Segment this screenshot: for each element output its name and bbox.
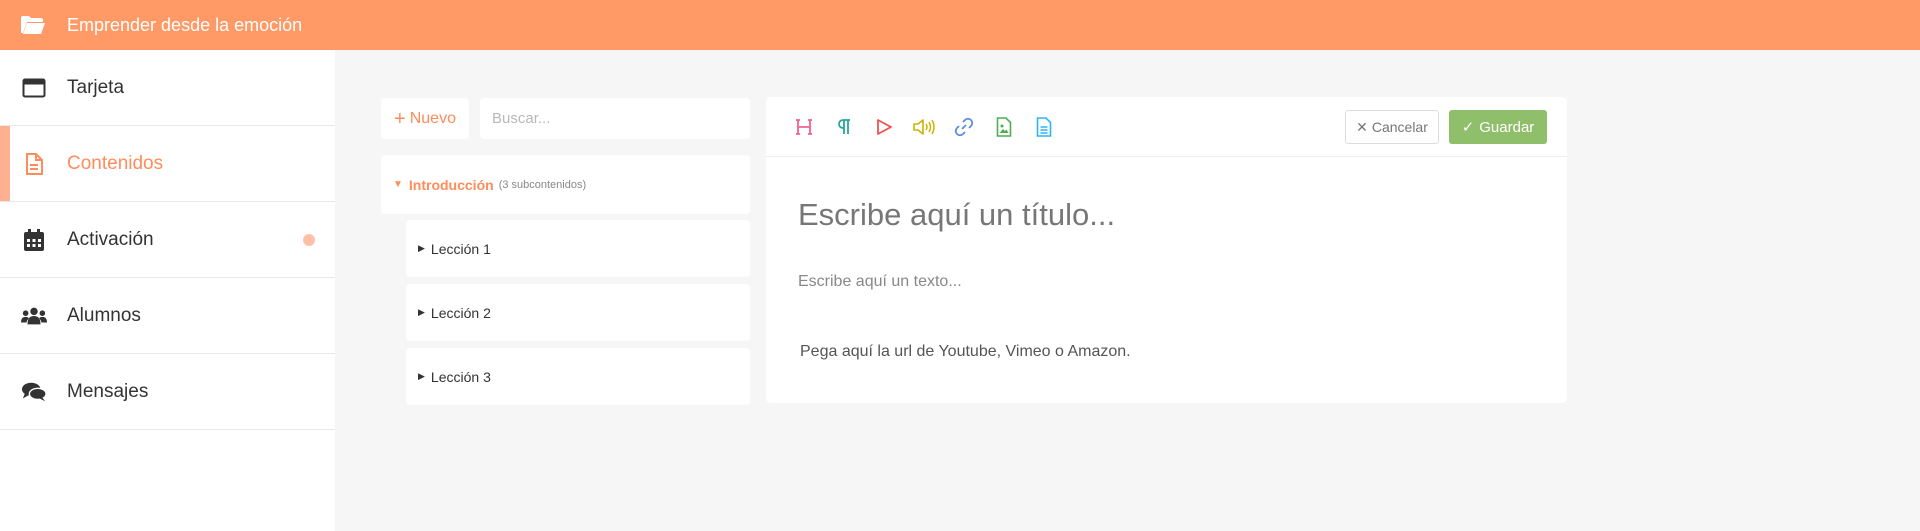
lesson-item[interactable]: ▶ Lección 2 bbox=[406, 284, 750, 341]
title-input[interactable] bbox=[798, 195, 1538, 235]
sidebar-item-label: Tarjeta bbox=[67, 76, 125, 98]
course-title: Emprender desde la emoción bbox=[67, 14, 303, 35]
new-content-button[interactable]: + Nuevo bbox=[381, 98, 469, 139]
chat-icon bbox=[21, 380, 47, 404]
subcontent-count: (3 subcontenidos) bbox=[498, 178, 587, 191]
lesson-label: Lección 2 bbox=[430, 304, 491, 321]
users-icon bbox=[21, 304, 47, 328]
save-button[interactable]: ✓ Guardar bbox=[1449, 110, 1547, 144]
top-bar: Emprender desde la emoción bbox=[0, 0, 1920, 50]
cancel-button[interactable]: ✕ Cancelar bbox=[1345, 110, 1439, 144]
sidebar-item-contenidos[interactable]: Contenidos bbox=[0, 126, 335, 202]
play-icon[interactable] bbox=[872, 115, 896, 139]
audio-icon[interactable] bbox=[912, 115, 936, 139]
search-input[interactable] bbox=[480, 98, 750, 139]
link-icon[interactable] bbox=[952, 115, 976, 139]
sidebar-item-activacion[interactable]: Activación bbox=[0, 202, 335, 278]
caret-down-icon: ▼ bbox=[393, 179, 403, 190]
image-file-icon[interactable] bbox=[992, 115, 1016, 139]
sidebar-item-mensajes[interactable]: Mensajes bbox=[0, 354, 335, 430]
sidebar-item-label: Alumnos bbox=[67, 304, 141, 326]
lesson-label: Lección 1 bbox=[430, 240, 491, 257]
content-tree-root[interactable]: ▼ Introducción (3 subcontenidos) bbox=[381, 155, 750, 214]
sidebar-item-alumnos[interactable]: Alumnos bbox=[0, 278, 335, 354]
notification-dot bbox=[303, 233, 315, 246]
editor-toolbar: ✕ Cancelar ✓ Guardar bbox=[766, 97, 1567, 157]
caret-right-icon: ▶ bbox=[418, 243, 425, 253]
caret-right-icon: ▶ bbox=[418, 307, 425, 317]
cancel-label: Cancelar bbox=[1371, 119, 1428, 135]
text-file-icon[interactable] bbox=[1032, 115, 1056, 139]
paragraph-icon[interactable] bbox=[832, 115, 856, 139]
save-label: Guardar bbox=[1479, 118, 1535, 136]
close-icon: ✕ bbox=[1356, 118, 1368, 135]
content-root-name: Introducción bbox=[408, 176, 494, 193]
caret-right-icon: ▶ bbox=[418, 371, 425, 381]
plus-icon: + bbox=[394, 107, 406, 130]
lesson-item[interactable]: ▶ Lección 1 bbox=[406, 220, 750, 277]
heading-icon[interactable] bbox=[792, 115, 816, 139]
lesson-item[interactable]: ▶ Lección 3 bbox=[406, 348, 750, 405]
text-input[interactable] bbox=[798, 270, 1538, 294]
sidebar-item-label: Activación bbox=[67, 228, 154, 250]
sidebar-item-label: Contenidos bbox=[67, 152, 164, 174]
content-editor: ✕ Cancelar ✓ Guardar bbox=[766, 97, 1567, 403]
folder-open-icon bbox=[20, 15, 46, 35]
window-icon bbox=[21, 76, 47, 100]
video-url-input[interactable] bbox=[800, 340, 1540, 364]
calendar-icon bbox=[21, 228, 47, 252]
new-content-label: Nuevo bbox=[409, 109, 456, 127]
lesson-label: Lección 3 bbox=[430, 368, 491, 385]
document-icon bbox=[21, 152, 47, 176]
sidebar-item-label: Mensajes bbox=[67, 380, 149, 402]
sidebar: Tarjeta Contenidos Activación Alumnos Me… bbox=[0, 50, 335, 531]
sidebar-item-tarjeta[interactable]: Tarjeta bbox=[0, 50, 335, 126]
check-icon: ✓ bbox=[1461, 119, 1475, 136]
